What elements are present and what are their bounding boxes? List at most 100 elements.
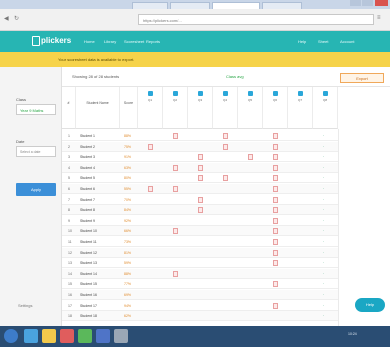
- table-row[interactable]: 11 Student 11 73% ·: [62, 237, 338, 247]
- student-name[interactable]: Student 1: [80, 134, 95, 138]
- word-icon[interactable]: [96, 329, 110, 343]
- table-row[interactable]: 9 Student 9 92% ·: [62, 216, 338, 226]
- table-row[interactable]: 1 Student 1 88% ·: [62, 131, 338, 141]
- student-name[interactable]: Student 13: [80, 261, 97, 265]
- student-score: 55%: [124, 187, 132, 191]
- incorrect-mark: [273, 302, 278, 309]
- close-button[interactable]: [375, 0, 388, 6]
- student-score: 69%: [124, 293, 132, 297]
- table-row[interactable]: 10 Student 10 66% ·: [62, 226, 338, 237]
- folder-icon[interactable]: [42, 329, 56, 343]
- table-row[interactable]: 13 Student 13 59% ·: [62, 258, 338, 269]
- browser-tab[interactable]: [132, 2, 168, 9]
- table-row[interactable]: 15 Student 15 77% ·: [62, 279, 338, 290]
- export-button[interactable]: Export: [340, 73, 384, 83]
- student-name[interactable]: Student 16: [80, 293, 97, 297]
- minimize-button[interactable]: [350, 0, 361, 6]
- ie-icon[interactable]: [24, 329, 38, 343]
- table-row[interactable]: 16 Student 16 69% ·: [62, 290, 338, 300]
- question-header[interactable]: Q4: [213, 87, 238, 129]
- taskbar-clock: 10:24: [348, 332, 357, 336]
- student-name[interactable]: Student 10: [80, 229, 97, 233]
- student-name[interactable]: Student 5: [80, 176, 95, 180]
- student-name[interactable]: Student 6: [80, 187, 95, 191]
- incorrect-mark: [273, 143, 278, 150]
- class-select[interactable]: Year 9 Maths: [16, 104, 56, 115]
- start-button-icon[interactable]: [4, 329, 18, 343]
- scoresheet-main: Showing 28 of 28 students Class avg Expo…: [62, 67, 390, 326]
- student-name[interactable]: Student 8: [80, 208, 95, 212]
- menu-icon[interactable]: ≡: [377, 15, 385, 23]
- browser-tab[interactable]: [262, 2, 302, 9]
- settings-link[interactable]: Settings: [18, 303, 32, 308]
- url-input[interactable]: https://plickers.com/...: [138, 14, 374, 25]
- student-name[interactable]: Student 2: [80, 145, 95, 149]
- refresh-icon[interactable]: ↻: [14, 15, 22, 23]
- student-name[interactable]: Student 18: [80, 314, 97, 318]
- nav-link-right[interactable]: Sheet: [318, 39, 328, 44]
- incorrect-mark: [273, 175, 278, 182]
- nav-link[interactable]: Library: [104, 39, 116, 44]
- back-icon[interactable]: ◀: [4, 15, 12, 23]
- header-score[interactable]: Score: [120, 87, 138, 129]
- table-row[interactable]: 12 Student 12 81% ·: [62, 247, 338, 258]
- browser-tab[interactable]: [170, 2, 210, 9]
- nav-link-right[interactable]: Help: [298, 39, 306, 44]
- nav-link[interactable]: Scoresheet: [124, 39, 144, 44]
- student-name[interactable]: Student 9: [80, 219, 95, 223]
- table-row[interactable]: 14 Student 14 88% ·: [62, 268, 338, 279]
- student-name[interactable]: Student 15: [80, 282, 97, 286]
- answer-dot: ·: [323, 133, 325, 138]
- student-name[interactable]: Student 3: [80, 155, 95, 159]
- student-score: 75%: [124, 144, 132, 149]
- incorrect-mark: [273, 239, 278, 245]
- apply-button[interactable]: Apply: [16, 183, 56, 196]
- question-header[interactable]: Q7: [288, 87, 313, 129]
- student-name[interactable]: Student 17: [80, 304, 97, 308]
- banner-text[interactable]: Your scoresheet data is available to exp…: [58, 57, 134, 62]
- table-row[interactable]: 18 Student 18 62% ·: [62, 311, 338, 322]
- nav-link[interactable]: Home: [84, 39, 95, 44]
- table-row[interactable]: 4 Student 4 63% ·: [62, 162, 338, 173]
- maximize-button[interactable]: [362, 0, 373, 6]
- incorrect-mark: [273, 196, 278, 203]
- row-number: 9: [68, 218, 70, 223]
- student-score: 88%: [124, 271, 132, 276]
- table-row[interactable]: 7 Student 7 70% ·: [62, 195, 338, 205]
- app-icon[interactable]: [114, 329, 128, 343]
- header-name[interactable]: Student Name: [76, 87, 120, 129]
- app-logo[interactable]: plickers: [41, 36, 71, 45]
- table-row[interactable]: 2 Student 2 75% ·: [62, 141, 338, 152]
- student-name[interactable]: Student 11: [80, 240, 97, 244]
- nav-link-right[interactable]: Account: [340, 39, 354, 44]
- media-icon[interactable]: [60, 329, 74, 343]
- table-row[interactable]: 8 Student 8 84% ·: [62, 205, 338, 216]
- question-header[interactable]: Q2: [163, 87, 188, 129]
- incorrect-mark: [198, 164, 203, 171]
- question-header[interactable]: Q8: [313, 87, 338, 129]
- table-row[interactable]: 17 Student 17 94% ·: [62, 301, 338, 311]
- nav-link[interactable]: Reports: [146, 39, 160, 44]
- student-name[interactable]: Student 14: [80, 272, 97, 276]
- answer-dot: ·: [323, 164, 325, 170]
- answer-dot: ·: [323, 186, 325, 191]
- date-input-value: Select a date: [20, 150, 41, 154]
- table-row[interactable]: 5 Student 5 80% ·: [62, 173, 338, 184]
- student-name[interactable]: Student 4: [80, 166, 95, 170]
- row-number: 5: [68, 176, 70, 181]
- question-header[interactable]: Q5: [238, 87, 263, 129]
- chrome-icon[interactable]: [78, 329, 92, 343]
- row-number: 16: [68, 293, 72, 297]
- browser-tab-active[interactable]: [212, 2, 260, 9]
- question-header[interactable]: Q6: [263, 87, 288, 129]
- row-number: 7: [68, 197, 70, 202]
- help-fab-button[interactable]: Help: [355, 298, 385, 312]
- student-name[interactable]: Student 7: [80, 198, 95, 202]
- question-header[interactable]: Q3: [188, 87, 213, 129]
- url-text: https://plickers.com/...: [143, 18, 182, 23]
- date-input[interactable]: Select a date: [16, 146, 56, 157]
- question-header[interactable]: Q1: [138, 87, 163, 129]
- student-name[interactable]: Student 12: [80, 251, 97, 255]
- table-row[interactable]: 6 Student 6 55% ·: [62, 184, 338, 194]
- table-row[interactable]: 3 Student 3 91% ·: [62, 152, 338, 163]
